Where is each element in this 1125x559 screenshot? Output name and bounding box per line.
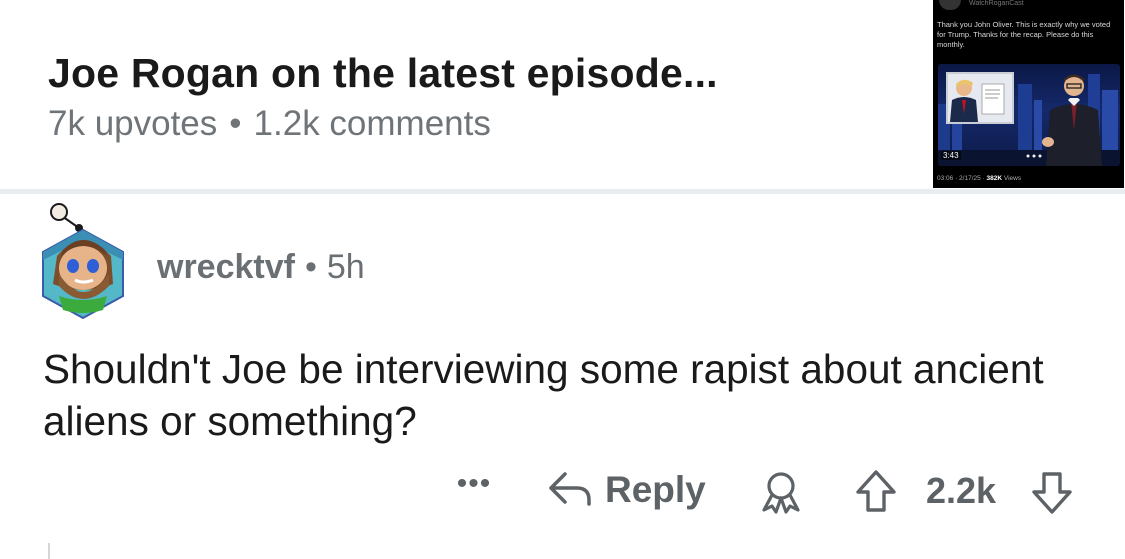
comment-username[interactable]: wrecktvf <box>157 248 295 286</box>
meta-separator: • <box>229 104 242 143</box>
vote-count: 2.2k <box>926 470 997 511</box>
reply-button[interactable]: Reply <box>547 466 706 514</box>
upvote-button[interactable] <box>854 468 898 514</box>
more-options-button[interactable]: ••• <box>452 469 496 502</box>
trump-inset-image <box>946 72 1014 124</box>
upvote-count: 7k upvotes <box>48 104 218 143</box>
post-title[interactable]: Joe Rogan on the latest episode... <box>48 50 718 97</box>
tweet-views: 382K <box>986 175 1003 182</box>
thread-line <box>48 543 50 559</box>
comment-meta-separator: • <box>304 248 317 286</box>
tweet-header: WatchRoganCast <box>939 0 1119 14</box>
post-header[interactable]: Joe Rogan on the latest episode... 7k up… <box>0 0 1125 188</box>
reply-arrow-icon <box>547 468 593 513</box>
section-divider <box>0 189 1125 194</box>
comment-body: Shouldn't Joe be interviewing some rapis… <box>43 346 1044 444</box>
host-figure <box>1038 70 1108 166</box>
award-icon <box>762 472 800 514</box>
comment-count: 1.2k comments <box>253 104 491 143</box>
tweet-views-label: Views <box>1002 175 1022 182</box>
avatar[interactable] <box>35 200 130 320</box>
video-frame: 3:43 <box>938 64 1120 166</box>
tweet-timestamp: 03:06 · 2/17/25 · <box>937 175 987 182</box>
comment-age: 5h <box>326 248 365 286</box>
upvote-arrow-icon <box>856 470 896 512</box>
comment-actions: ••• Reply 2.2k <box>0 462 1125 518</box>
reply-label: Reply <box>605 469 706 510</box>
video-duration: 3:43 <box>941 151 961 160</box>
tweet-footer: 03:06 · 2/17/25 · 382K Views <box>937 175 1021 182</box>
downvote-arrow-icon <box>1032 472 1072 514</box>
downvote-button[interactable] <box>1030 470 1074 516</box>
tweet-text: Thank you John Oliver. This is exactly w… <box>937 20 1111 49</box>
tweet-handle: WatchRoganCast <box>969 0 1024 7</box>
post-meta: 7k upvotes • 1.2k comments <box>48 104 491 144</box>
comment-meta: wrecktvf • 5h <box>157 248 365 287</box>
post-thumbnail[interactable]: WatchRoganCast Thank you John Oliver. Th… <box>933 0 1124 188</box>
seal-logo <box>939 0 961 10</box>
award-button[interactable] <box>758 470 804 514</box>
